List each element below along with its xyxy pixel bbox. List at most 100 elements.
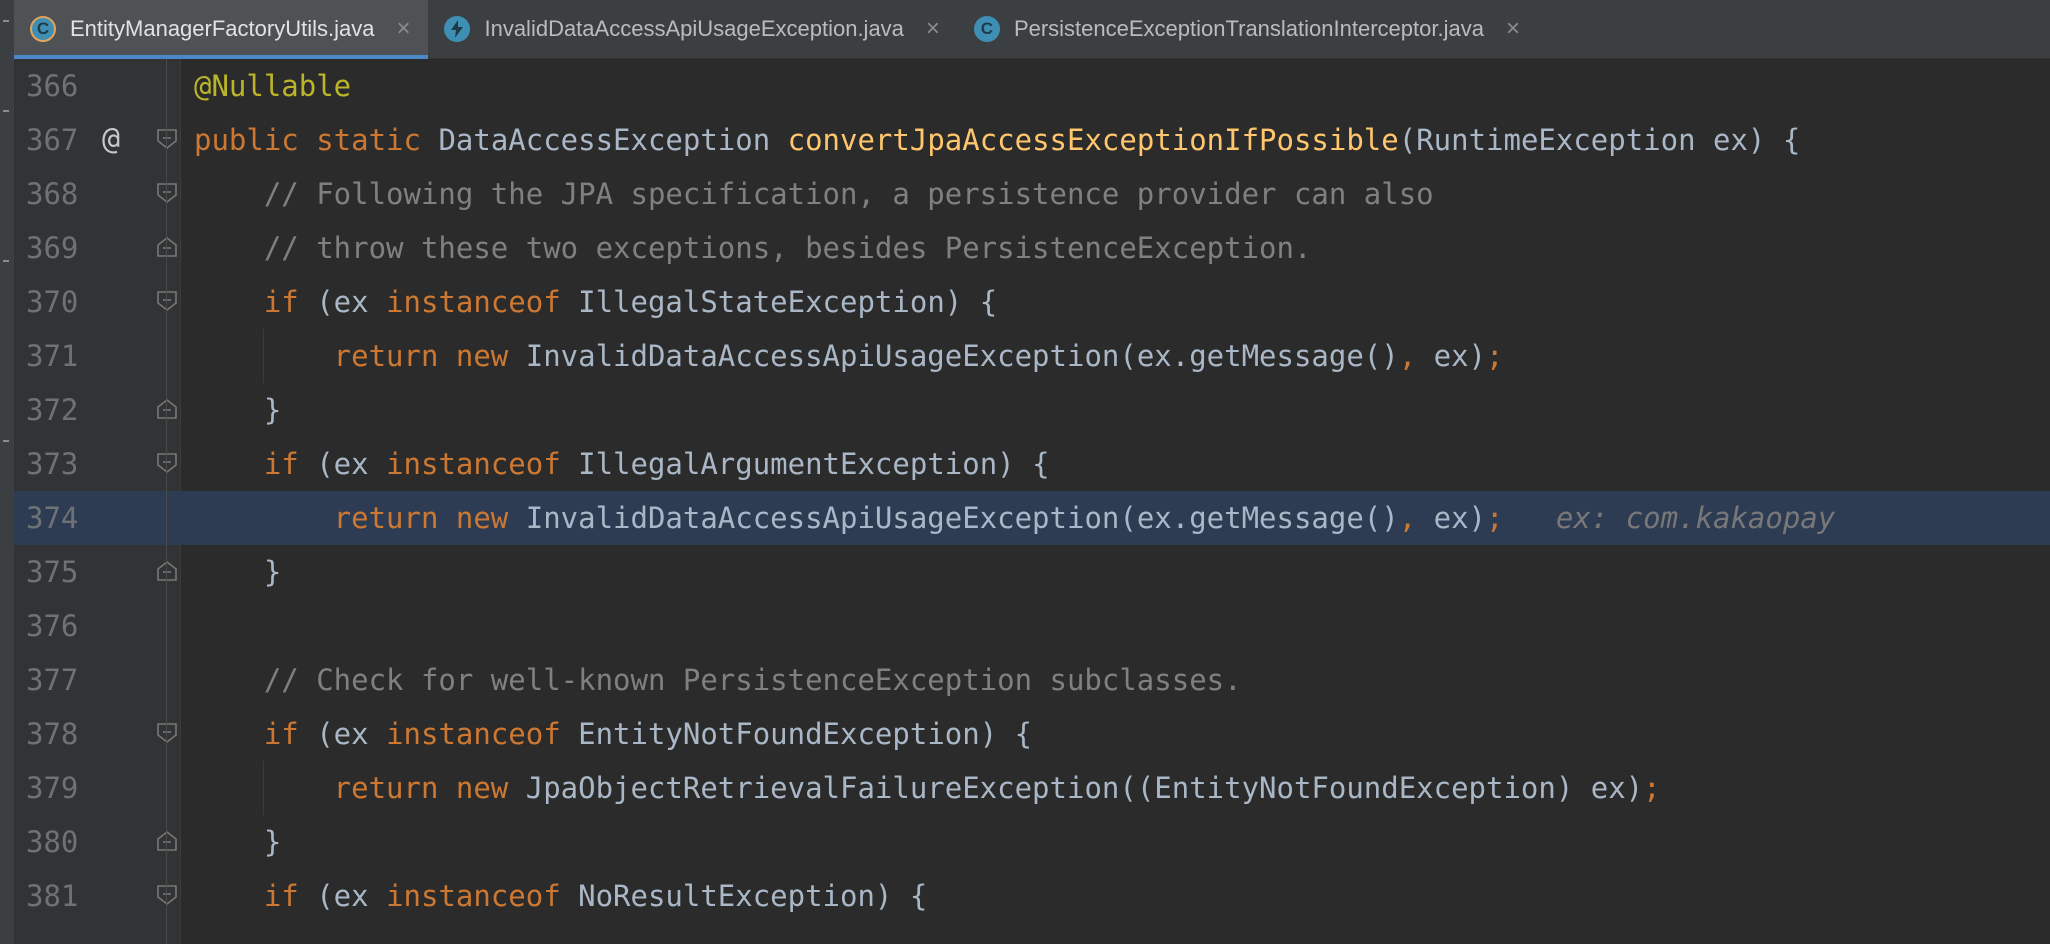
inline-debug-value: ex: com.kakaopay xyxy=(1503,501,1836,535)
code-token: EntityNotFoundException) { xyxy=(578,717,1033,751)
code-token: InvalidDataAccessApiUsageException(ex.ge… xyxy=(525,501,1399,535)
code-token: ex) xyxy=(1433,501,1487,535)
indent-guide xyxy=(263,329,264,383)
code-token: if xyxy=(194,879,317,913)
code-line[interactable]: 369 // throw these two exceptions, besid… xyxy=(14,221,2050,275)
fold-end-icon[interactable] xyxy=(156,830,178,852)
code-token: public static xyxy=(194,123,439,157)
code-text: } xyxy=(194,815,281,869)
code-token: (ex xyxy=(316,879,387,913)
code-token: // throw these two exceptions, besides P… xyxy=(194,231,1312,265)
fold-collapse-icon[interactable] xyxy=(156,182,178,204)
exception-class-icon xyxy=(444,16,471,42)
code-token: } xyxy=(194,825,282,859)
code-line[interactable]: 377 // Check for well-known PersistenceE… xyxy=(14,653,2050,707)
fold-end-icon[interactable] xyxy=(156,560,178,582)
code-token: if xyxy=(194,717,317,751)
code-token: JpaObjectRetrievalFailureException((Enti… xyxy=(525,771,1644,805)
code-text: } xyxy=(194,545,281,599)
close-tab-icon[interactable]: × xyxy=(396,15,410,43)
editor-tab[interactable]: InvalidDataAccessApiUsageException.java × xyxy=(428,0,957,58)
code-token: if xyxy=(194,447,317,481)
code-text: } xyxy=(194,383,281,437)
line-number: 370 xyxy=(26,285,79,319)
code-line[interactable]: 381 if (ex instanceof NoResultException)… xyxy=(14,869,2050,923)
code-token: // Check for well-known PersistenceExcep… xyxy=(194,663,1242,697)
editor-tab[interactable]: C EntityManagerFactoryUtils.java × xyxy=(14,0,429,59)
editor-tab-bar: C EntityManagerFactoryUtils.java × InvalidD… xyxy=(14,0,2050,59)
code-token: if xyxy=(194,285,317,319)
line-number: 369 xyxy=(26,231,79,265)
code-token: } xyxy=(194,393,282,427)
code-token: ; xyxy=(1486,339,1504,373)
override-marker-icon[interactable]: @ xyxy=(102,113,120,167)
code-token: ; xyxy=(1643,771,1661,805)
code-token: (ex xyxy=(316,717,387,751)
code-text: if (ex instanceof IllegalStateException)… xyxy=(194,275,997,329)
tool-strip-mark xyxy=(3,110,9,112)
tab-label: EntityManagerFactoryUtils.java xyxy=(70,16,375,41)
tool-strip-mark xyxy=(3,260,9,262)
tool-strip-mark xyxy=(3,20,9,22)
code-token: IllegalArgumentException) { xyxy=(578,447,1050,481)
line-number: 376 xyxy=(26,609,79,643)
code-line[interactable]: 372 } xyxy=(14,383,2050,437)
tool-strip-mark xyxy=(3,440,9,442)
code-text: // throw these two exceptions, besides P… xyxy=(194,221,1312,275)
code-token: return new xyxy=(194,501,526,535)
code-token: NoResultException) { xyxy=(578,879,928,913)
fold-collapse-icon[interactable] xyxy=(156,128,178,150)
close-tab-icon[interactable]: × xyxy=(926,15,940,43)
code-line[interactable]: 370 if (ex instanceof IllegalStateExcept… xyxy=(14,275,2050,329)
fold-collapse-icon[interactable] xyxy=(156,290,178,312)
code-line[interactable]: 374 return new InvalidDataAccessApiUsage… xyxy=(14,491,2050,545)
code-line[interactable]: 366 @Nullable xyxy=(14,59,2050,113)
code-text: if (ex instanceof EntityNotFoundExceptio… xyxy=(194,707,1032,761)
close-tab-icon[interactable]: × xyxy=(1506,15,1520,43)
code-token: instanceof xyxy=(386,717,579,751)
editor-tab[interactable]: C PersistenceExceptionTranslationIntercep… xyxy=(958,0,1538,58)
code-token: ex) xyxy=(1433,339,1487,373)
fold-end-icon[interactable] xyxy=(156,236,178,258)
code-token: , xyxy=(1398,501,1434,535)
left-tool-strip[interactable] xyxy=(0,0,15,944)
class-icon: C xyxy=(30,16,56,42)
line-number: 374 xyxy=(26,501,79,535)
code-text: public static DataAccessException conver… xyxy=(194,113,1800,167)
line-number: 373 xyxy=(26,447,79,481)
code-line[interactable]: 376 xyxy=(14,599,2050,653)
code-line[interactable]: 371 return new InvalidDataAccessApiUsage… xyxy=(14,329,2050,383)
code-token: instanceof xyxy=(386,879,579,913)
code-text: if (ex instanceof IllegalArgumentExcepti… xyxy=(194,437,1050,491)
line-number: 377 xyxy=(26,663,79,697)
fold-collapse-icon[interactable] xyxy=(156,722,178,744)
code-token: instanceof xyxy=(386,285,579,319)
code-text: // Following the JPA specification, a pe… xyxy=(194,167,1434,221)
code-line[interactable]: 368 // Following the JPA specification, … xyxy=(14,167,2050,221)
code-text: @Nullable xyxy=(194,59,351,113)
code-token: DataAccessException xyxy=(438,123,788,157)
code-token: , xyxy=(1398,339,1434,373)
fold-collapse-icon[interactable] xyxy=(156,452,178,474)
code-line[interactable]: 380 } xyxy=(14,815,2050,869)
code-token: // Following the JPA specification, a pe… xyxy=(194,177,1434,211)
fold-collapse-icon[interactable] xyxy=(156,884,178,906)
code-token: } xyxy=(194,555,282,589)
code-text: if (ex instanceof NoResultException) { xyxy=(194,869,928,923)
code-line[interactable]: 378 if (ex instanceof EntityNotFoundExce… xyxy=(14,707,2050,761)
code-line[interactable]: 373 if (ex instanceof IllegalArgumentExc… xyxy=(14,437,2050,491)
code-editor[interactable]: 366 @Nullable 367 @ public static DataAccess… xyxy=(14,59,2050,944)
fold-end-icon[interactable] xyxy=(156,398,178,420)
indent-guide xyxy=(263,761,264,815)
code-token: (RuntimeException ex) { xyxy=(1398,123,1801,157)
code-line[interactable]: 379 return new JpaObjectRetrievalFailure… xyxy=(14,761,2050,815)
line-number: 371 xyxy=(26,339,79,373)
code-line[interactable]: 375 } xyxy=(14,545,2050,599)
line-number: 367 xyxy=(26,123,79,157)
code-text: // Check for well-known PersistenceExcep… xyxy=(194,653,1242,707)
code-token: convertJpaAccessExceptionIfPossible xyxy=(787,123,1399,157)
line-number: 378 xyxy=(26,717,79,751)
indent-guide xyxy=(263,491,264,545)
code-line[interactable]: 367 @ public static DataAccessException co… xyxy=(14,113,2050,167)
line-number: 368 xyxy=(26,177,79,211)
